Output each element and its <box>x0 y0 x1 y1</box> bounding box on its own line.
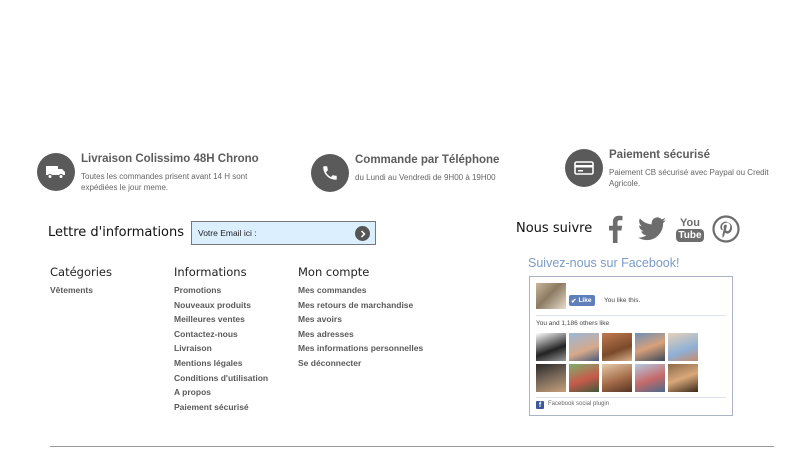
info-link-delivery[interactable]: Livraison <box>174 341 268 356</box>
follow-title: Nous suivre <box>516 221 593 236</box>
facebook-icon[interactable] <box>604 214 626 244</box>
divider <box>536 397 726 398</box>
feature-delivery-title: Livraison Colissimo 48H Chrono <box>81 153 259 165</box>
info-link-contact[interactable]: Contactez-nous <box>174 327 268 342</box>
fan-avatar[interactable] <box>569 364 599 392</box>
info-link-new-products[interactable]: Nouveaux produits <box>174 298 268 313</box>
youtube-icon-text-top: You <box>680 216 700 229</box>
divider <box>536 315 726 316</box>
credit-card-icon <box>565 149 603 187</box>
check-icon: ✔ <box>571 297 577 305</box>
fan-avatar[interactable] <box>668 333 698 361</box>
account-link-credits[interactable]: Mes avoirs <box>298 312 423 327</box>
informations-title: Informations <box>174 265 247 279</box>
feature-delivery-desc: Toutes les commandes prisent avant 14 H … <box>81 172 248 192</box>
newsletter-submit-button[interactable] <box>355 226 370 241</box>
newsletter-email-input[interactable] <box>198 225 348 241</box>
feature-payment: Paiement sécurisé Paiement CB sécurisé a… <box>565 149 789 189</box>
feature-delivery: Livraison Colissimo 48H Chrono Toutes le… <box>37 153 266 193</box>
info-link-promotions[interactable]: Promotions <box>174 283 268 298</box>
account-title: Mon compte <box>298 265 370 279</box>
account-list: Mes commandes Mes retours de marchandise… <box>298 283 423 371</box>
informations-list: Promotions Nouveaux produits Meilleures … <box>174 283 268 414</box>
feature-payment-desc: Paiement CB sécurisé avec Paypal ou Cred… <box>609 168 769 188</box>
youtube-icon[interactable]: You Tube <box>676 214 704 244</box>
categories-list: Vêtements <box>50 283 93 298</box>
feature-phone: Commande par Téléphone du Lundi au Vendr… <box>311 154 535 192</box>
footer-bottom-divider <box>50 446 774 447</box>
facebook-plugin-label: Facebook social plugin <box>548 401 610 407</box>
you-like-text: You like this. <box>604 297 641 304</box>
newsletter-title: Lettre d'informations <box>48 225 185 240</box>
info-link-terms[interactable]: Conditions d'utilisation <box>174 371 268 386</box>
fans-count-text: You and 1,186 others like <box>536 320 610 327</box>
feature-phone-desc: du Lundi au Vendredi de 9H00 à 19H00 <box>355 173 496 182</box>
facebook-like-box: ✔ Like You like this. You and 1,186 othe… <box>529 276 733 416</box>
fan-avatar[interactable] <box>668 364 698 392</box>
account-link-logout[interactable]: Se déconnecter <box>298 356 423 371</box>
categories-title: Catégories <box>50 265 112 279</box>
phone-icon <box>311 154 349 192</box>
fan-avatar[interactable] <box>635 333 665 361</box>
page-avatar <box>536 283 566 309</box>
fan-avatar[interactable] <box>602 333 632 361</box>
fan-avatar[interactable] <box>536 333 566 361</box>
facebook-like-label: Like <box>578 297 592 304</box>
twitter-icon[interactable] <box>637 216 667 242</box>
account-link-returns[interactable]: Mes retours de marchandise <box>298 298 423 313</box>
fans-grid <box>536 333 698 392</box>
fan-avatar[interactable] <box>602 364 632 392</box>
categories-link[interactable]: Vêtements <box>50 283 93 298</box>
info-link-best-sellers[interactable]: Meilleures ventes <box>174 312 268 327</box>
feature-phone-title: Commande par Téléphone <box>355 154 500 166</box>
facebook-widget-heading: Suivez-nous sur Facebook! <box>528 256 680 270</box>
chevron-right-icon <box>360 229 366 238</box>
info-link-about[interactable]: A propos <box>174 385 268 400</box>
info-link-legal[interactable]: Mentions légales <box>174 356 268 371</box>
pinterest-icon[interactable] <box>712 215 740 243</box>
account-link-orders[interactable]: Mes commandes <box>298 283 423 298</box>
account-link-personal-info[interactable]: Mes informations personnelles <box>298 341 423 356</box>
fan-avatar[interactable] <box>635 364 665 392</box>
account-link-addresses[interactable]: Mes adresses <box>298 327 423 342</box>
feature-payment-title: Paiement sécurisé <box>609 149 711 161</box>
facebook-icon: f <box>536 401 544 409</box>
newsletter-form <box>191 221 376 245</box>
truck-icon <box>37 153 75 191</box>
youtube-icon-text-bottom: Tube <box>676 228 704 242</box>
fan-avatar[interactable] <box>569 333 599 361</box>
info-link-secure-payment[interactable]: Paiement sécurisé <box>174 400 268 415</box>
facebook-like-button[interactable]: ✔ Like <box>569 295 596 306</box>
fan-avatar[interactable] <box>536 364 566 392</box>
